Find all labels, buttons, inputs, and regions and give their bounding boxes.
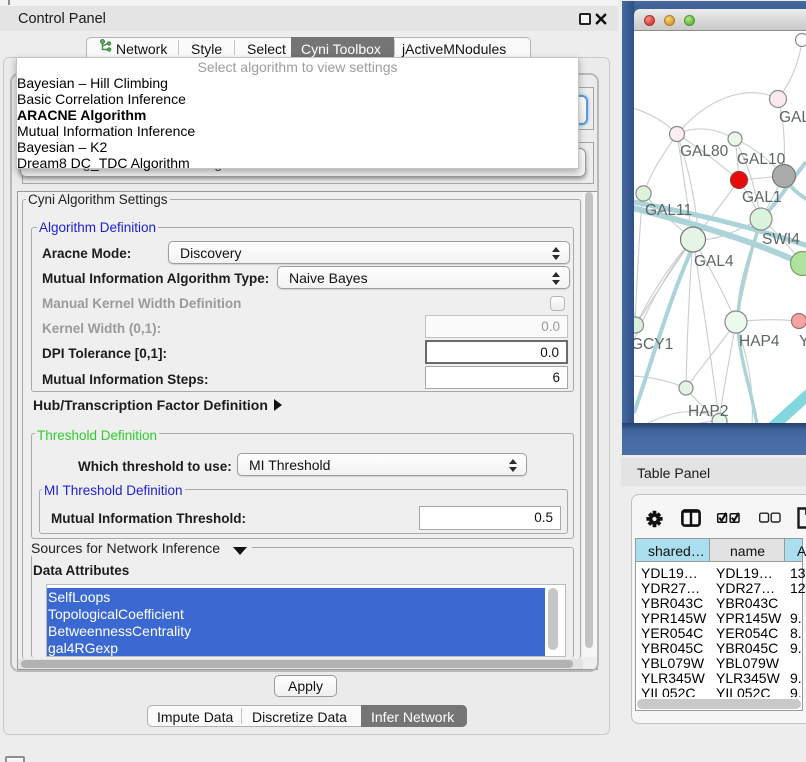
svg-text:HAP2: HAP2 (688, 403, 729, 420)
svg-text:HAP4: HAP4 (739, 333, 780, 350)
svg-text:GAL80: GAL80 (680, 143, 729, 160)
svg-text:GCY1: GCY1 (634, 336, 673, 353)
svg-text:Y: Y (799, 333, 806, 350)
svg-text:GAL7: GAL7 (779, 109, 806, 126)
svg-text:GAL11: GAL11 (645, 202, 692, 219)
svg-text:SWI4: SWI4 (762, 231, 800, 248)
svg-text:GAL1: GAL1 (742, 189, 782, 206)
svg-text:GAL10: GAL10 (737, 151, 786, 168)
svg-text:GAL4: GAL4 (694, 253, 734, 270)
